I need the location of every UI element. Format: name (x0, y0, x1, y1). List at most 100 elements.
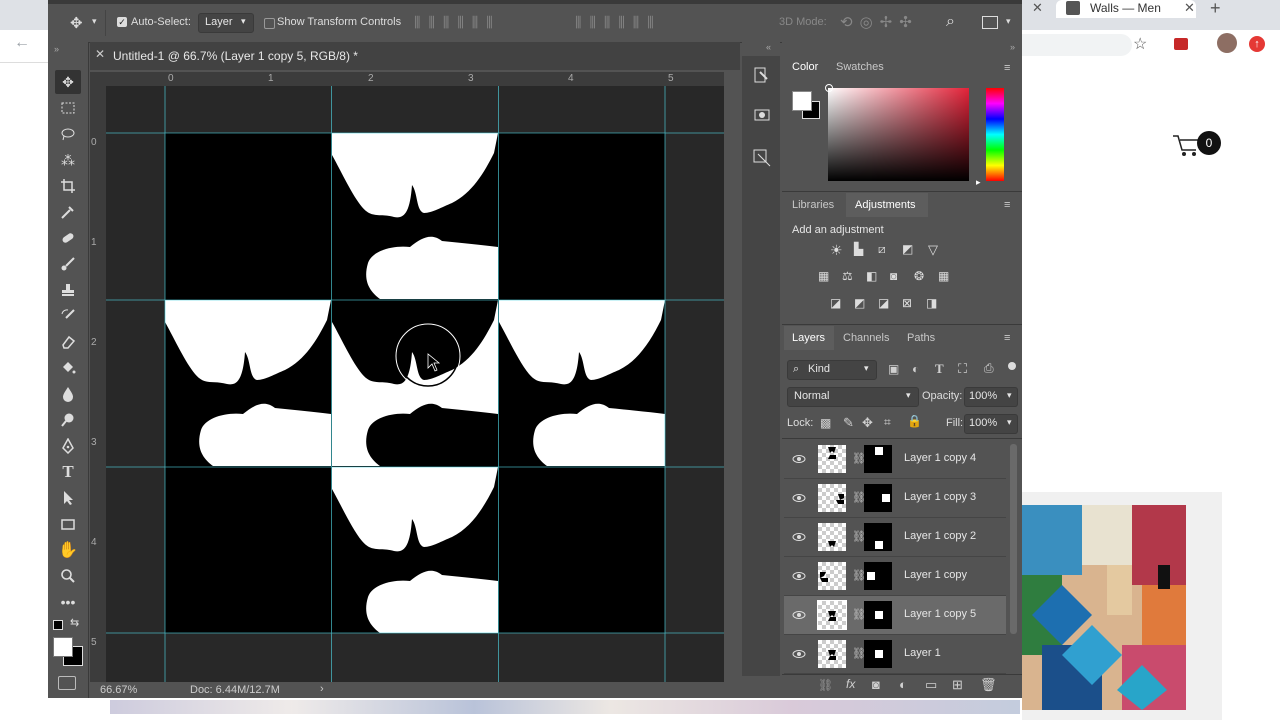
layer-mask-thumbnail[interactable] (864, 445, 892, 473)
hue-slider[interactable] (986, 88, 1004, 181)
new-group-folder-icon[interactable]: ▭ (925, 677, 937, 693)
eyedropper-tool-icon[interactable] (56, 201, 80, 223)
layer-mask-thumbnail[interactable] (864, 562, 892, 590)
layer-row[interactable]: ⛓ Layer 1 copy 4 (784, 440, 1006, 479)
tab-swatches[interactable]: Swatches (836, 61, 884, 73)
path-select-tool-icon[interactable] (56, 487, 80, 509)
close-document-icon[interactable]: ✕ (95, 47, 105, 61)
panel-menu-icon[interactable]: ≡ (1004, 332, 1010, 344)
rectangle-tool-icon[interactable] (56, 513, 80, 535)
eraser-tool-icon[interactable] (56, 331, 80, 353)
blur-tool-icon[interactable] (56, 383, 80, 405)
chevron-down-icon[interactable]: ▾ (1006, 16, 1011, 27)
vibrance-icon[interactable]: ▽ (928, 242, 938, 258)
color-balance-icon[interactable]: ⚖ (842, 269, 853, 283)
auto-select-dropdown[interactable]: Layer ▾ (198, 13, 254, 33)
collapse-icon[interactable]: « (766, 42, 771, 52)
tab-color[interactable]: Color (792, 61, 818, 73)
gradient-map-icon[interactable]: ◨ (926, 296, 937, 310)
add-mask-icon[interactable]: ◙ (872, 677, 880, 692)
blend-mode-dropdown[interactable]: Normal ▾ (787, 387, 919, 407)
threshold-icon[interactable]: ◪ (878, 296, 889, 310)
marquee-tool-icon[interactable] (56, 97, 80, 119)
history-panel-icon[interactable] (752, 66, 772, 86)
type-filter-icon[interactable]: T (935, 361, 944, 377)
zoom-tool-icon[interactable] (56, 565, 80, 587)
pen-tool-icon[interactable] (56, 435, 80, 457)
properties-panel-icon[interactable] (752, 148, 772, 168)
layer-thumbnail[interactable] (818, 445, 846, 473)
type-tool-icon[interactable]: T (56, 461, 80, 483)
fill-field[interactable]: 100% ▾ (964, 414, 1018, 434)
auto-select-checkbox[interactable]: ✓ (117, 17, 127, 27)
canvas-area[interactable] (106, 86, 724, 682)
back-arrow-icon[interactable]: ← (14, 34, 30, 52)
close-tab-icon[interactable]: ✕ (1184, 0, 1195, 16)
layer-name[interactable]: Layer 1 copy 2 (904, 530, 976, 542)
layer-thumbnail[interactable] (818, 640, 846, 668)
panel-menu-icon[interactable]: ≡ (1004, 199, 1010, 211)
crop-tool-icon[interactable] (56, 175, 80, 197)
delete-layer-trash-icon[interactable]: 🗑 (980, 677, 997, 693)
zoom-level[interactable]: 66.67% (100, 684, 137, 696)
chevron-right-icon[interactable]: › (320, 683, 324, 695)
clone-stamp-tool-icon[interactable] (56, 279, 80, 301)
color-field[interactable] (828, 88, 969, 181)
visibility-eye-icon[interactable] (792, 530, 806, 544)
levels-icon[interactable]: ▙ (854, 242, 863, 256)
pixel-filter-icon[interactable]: ▣ (888, 362, 899, 376)
brush-tool-icon[interactable] (56, 253, 80, 275)
layer-thumbnail[interactable] (818, 562, 846, 590)
color-lookup-icon[interactable]: ▦ (938, 269, 949, 283)
move-tool-icon[interactable]: ✥ (56, 71, 80, 93)
more-tools-icon[interactable]: ••• (56, 591, 80, 613)
document-tab-title[interactable]: Untitled-1 @ 66.7% (Layer 1 copy 5, RGB/… (113, 49, 358, 63)
layer-mask-thumbnail[interactable] (864, 523, 892, 551)
foreground-color-swatch[interactable] (53, 637, 73, 657)
lock-position-icon[interactable]: ✥ (862, 415, 873, 431)
foreground-color-swatch[interactable] (792, 91, 812, 111)
layer-row[interactable]: ⛓ Layer 1 copy 3 (784, 479, 1006, 518)
layer-mask-thumbnail[interactable] (864, 640, 892, 668)
layer-name[interactable]: Layer 1 copy (904, 569, 967, 581)
browser-tab[interactable]: Walls — Men ✕ (1056, 0, 1196, 18)
align-icons[interactable]: ⫼⫼⫼⫼⫼⫼ (414, 14, 501, 31)
selective-color-icon[interactable]: ⊠ (902, 296, 912, 310)
canvas-artwork[interactable] (106, 86, 724, 682)
default-colors-icon[interactable] (53, 620, 63, 630)
dodge-tool-icon[interactable] (56, 409, 80, 431)
search-icon[interactable]: ⌕ (946, 13, 955, 31)
curves-icon[interactable]: ⧄ (878, 242, 886, 257)
posterize-icon[interactable]: ◩ (854, 296, 865, 310)
visibility-eye-icon[interactable] (792, 452, 806, 466)
collage-artwork-image[interactable] (1022, 505, 1186, 710)
avatar[interactable] (1217, 33, 1237, 53)
black-white-icon[interactable]: ◧ (866, 269, 877, 283)
brightness-icon[interactable]: ☀ (830, 242, 843, 259)
layer-filter-dropdown[interactable]: ⌕ Kind ▾ (787, 360, 877, 380)
layer-row[interactable]: ⛓ Layer 1 copy 5 (784, 596, 1006, 635)
layer-thumbnail[interactable] (818, 484, 846, 512)
extension-icon[interactable] (1174, 38, 1188, 50)
visibility-eye-icon[interactable] (792, 608, 806, 622)
swap-colors-icon[interactable]: ⇆ (70, 616, 79, 629)
color-picker-handle[interactable] (825, 84, 833, 92)
hand-tool-icon[interactable]: ✋ (56, 539, 80, 561)
lasso-tool-icon[interactable] (56, 123, 80, 145)
channel-mixer-icon[interactable]: ❂ (914, 269, 924, 283)
layer-mask-thumbnail[interactable] (864, 601, 892, 629)
show-transform-checkbox[interactable] (264, 18, 275, 29)
lock-transparent-icon[interactable]: ▩ (820, 416, 831, 430)
layer-row[interactable]: ⛓ Layer 1 copy 2 (784, 518, 1006, 557)
layer-name[interactable]: Layer 1 copy 3 (904, 491, 976, 503)
shape-filter-icon[interactable]: ⛶ (958, 361, 967, 377)
tab-channels[interactable]: Channels (843, 332, 889, 344)
tab-paths[interactable]: Paths (907, 332, 935, 344)
adjustment-filter-icon[interactable]: ◐ (912, 362, 919, 376)
healing-brush-tool-icon[interactable] (56, 227, 80, 249)
3d-mode-icons[interactable]: ⟲◎✢✣ (840, 13, 919, 31)
layer-thumbnail[interactable] (817, 600, 847, 630)
photo-filter-icon[interactable]: ◙ (890, 269, 897, 283)
new-layer-icon[interactable]: ⊞ (952, 677, 963, 693)
tab-adjustments[interactable]: Adjustments (855, 199, 916, 211)
